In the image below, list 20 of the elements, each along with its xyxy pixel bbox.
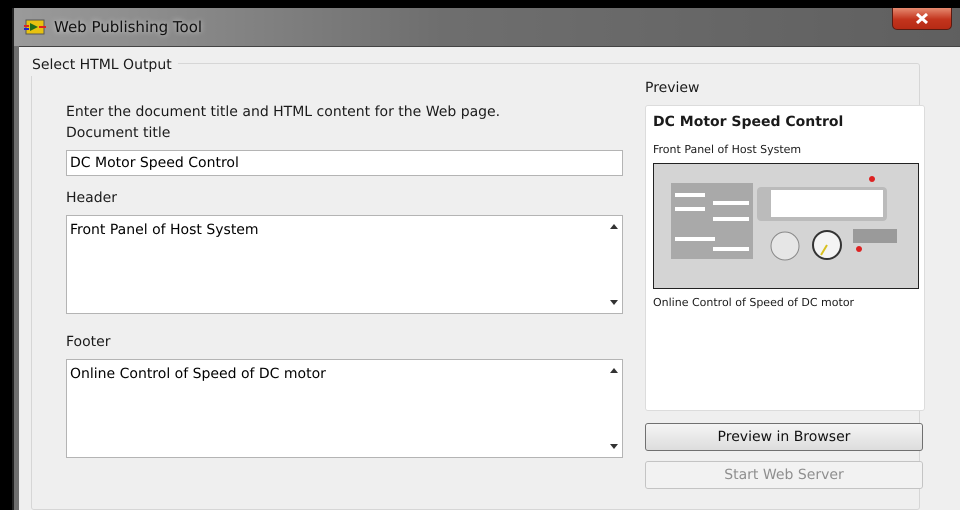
window-title: Web Publishing Tool: [54, 16, 202, 38]
text-area[interactable]: Front Panel of Host System: [66, 215, 623, 314]
field-label: Document title: [66, 124, 172, 143]
scroll-up-icon[interactable]: [610, 368, 618, 373]
button[interactable]: Preview in Browser: [645, 423, 923, 451]
preview-label: Preview: [645, 79, 700, 98]
text-area[interactable]: Online Control of Speed of DC motor: [66, 359, 623, 458]
preview-footer: Online Control of Speed of DC motor: [653, 294, 917, 311]
app-icon: [24, 19, 46, 35]
close-button[interactable]: [892, 8, 952, 30]
scroll-down-icon[interactable]: [610, 300, 618, 305]
field-label: Footer: [66, 333, 112, 352]
instruction-text: Enter the document title and HTML content for the Web page.: [66, 103, 502, 122]
scroll-up-icon[interactable]: [610, 224, 618, 229]
scroll-down-icon[interactable]: [610, 444, 618, 449]
field-label: Header: [66, 189, 118, 208]
preview-header: Front Panel of Host System: [653, 142, 802, 158]
preview-title: DC Motor Speed Control: [653, 113, 844, 132]
close-icon: [914, 13, 930, 24]
text-field[interactable]: DC Motor Speed Control: [66, 150, 623, 176]
